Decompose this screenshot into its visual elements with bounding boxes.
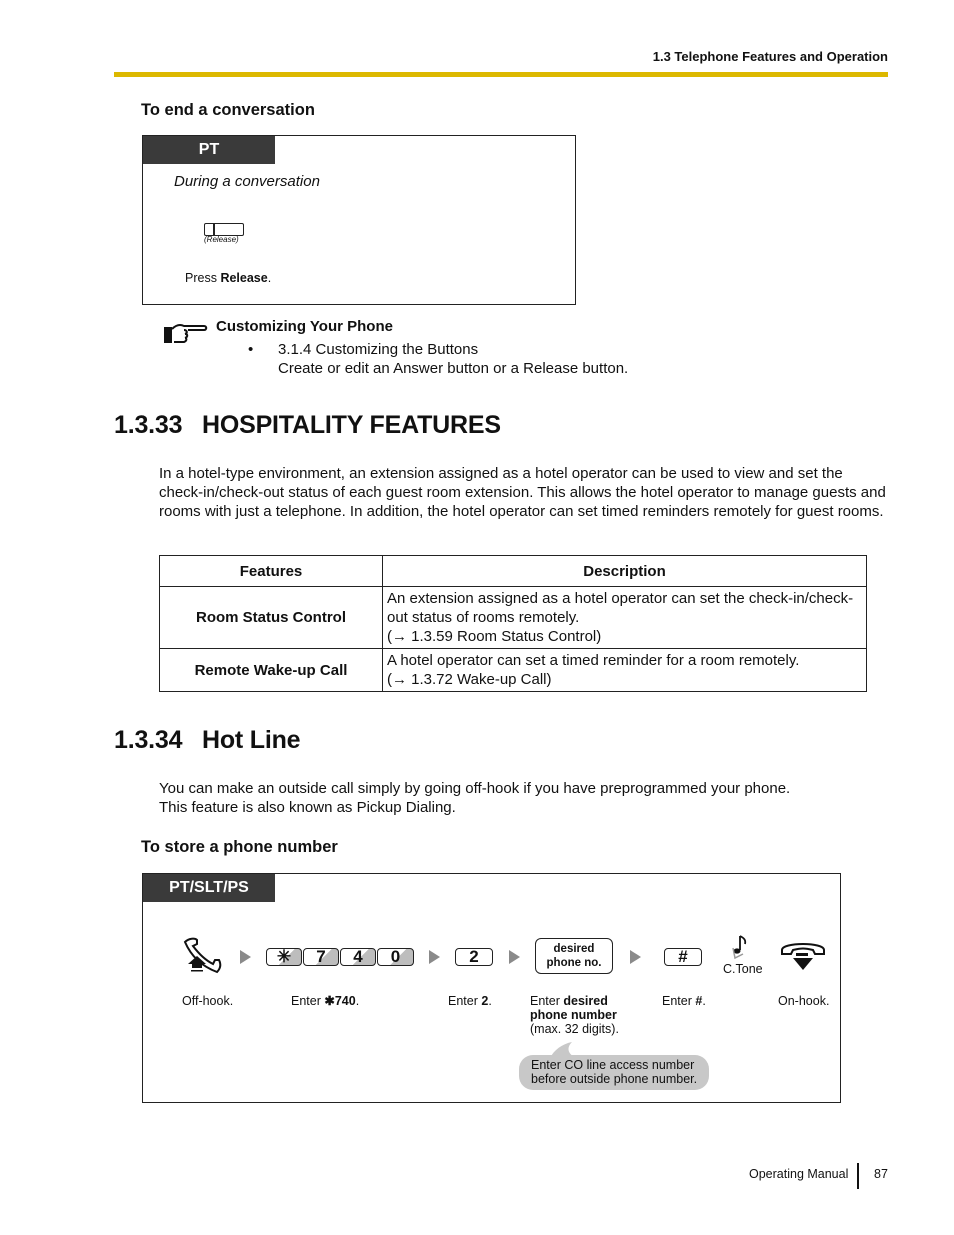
bullet: • xyxy=(248,341,254,358)
section-heading-hospitality: 1.3.33 HOSPITALITY FEATURES xyxy=(114,411,501,439)
feature-cell: Room Status Control xyxy=(159,586,383,649)
table-header-row: Features Description xyxy=(159,555,867,587)
description-cell: A hotel operator can set a timed reminde… xyxy=(382,648,867,692)
customize-link-desc: Create or edit an Answer button or a Rel… xyxy=(278,360,629,377)
pt-tab-label: PT xyxy=(143,136,275,164)
step-arrow-icon xyxy=(630,950,641,964)
footer-label: Operating Manual xyxy=(749,1167,849,1181)
hotline-intro-line-1: You can make an outside call simply by g… xyxy=(159,780,791,797)
step-enter-number-label: Enter desired phone number (max. 32 digi… xyxy=(530,994,619,1036)
column-header: Description xyxy=(382,555,867,587)
step-offhook-label: Off-hook. xyxy=(182,994,234,1008)
key-star: ✳ xyxy=(266,948,302,966)
key-0: 0 xyxy=(377,948,414,966)
off-hook-icon xyxy=(181,936,225,981)
table-row: Remote Wake-up Call A hotel operator can… xyxy=(159,648,867,692)
confirmation-tone-icon xyxy=(731,934,751,965)
key-7: 7 xyxy=(303,948,339,966)
hospitality-intro: In a hotel-type environment, an extensio… xyxy=(159,465,886,520)
step-onhook-label: On-hook. xyxy=(778,994,830,1008)
hotline-intro-line-2: This feature is also known as Pickup Dia… xyxy=(159,799,456,816)
step-enter-code-label: Enter ✱740. xyxy=(291,994,360,1008)
pt-slt-ps-tab-label: PT/SLT/PS xyxy=(143,874,275,902)
key-4: 4 xyxy=(340,948,376,966)
step-arrow-icon xyxy=(240,950,251,964)
hotline-procedure-box: PT/SLT/PS ✳ 7 4 0 2 desired phone no. # … xyxy=(142,873,841,1103)
description-cell: An extension assigned as a hotel operato… xyxy=(382,586,867,649)
press-release-instruction: Press Release. xyxy=(185,271,272,285)
key-2: 2 xyxy=(455,948,493,966)
release-caption: (Release) xyxy=(204,235,239,244)
page-number: 87 xyxy=(874,1167,888,1181)
footer-divider xyxy=(857,1163,859,1189)
co-line-callout: Enter CO line access number before outsi… xyxy=(519,1055,710,1090)
step-enter-2-label: Enter 2. xyxy=(448,994,492,1008)
customize-note-title: Customizing Your Phone xyxy=(216,318,393,335)
step-arrow-icon xyxy=(509,950,520,964)
store-number-heading: To store a phone number xyxy=(141,838,338,856)
header-rule xyxy=(114,72,888,77)
column-header: Features xyxy=(159,555,383,587)
features-table: Features Description Room Status Control… xyxy=(159,555,867,692)
desired-phone-number-key: desired phone no. xyxy=(535,938,613,974)
step-enter-hash-label: Enter #. xyxy=(662,994,706,1008)
key-hash: # xyxy=(664,948,702,966)
table-row: Room Status Control An extension assigne… xyxy=(159,586,867,649)
running-header: 1.3 Telephone Features and Operation xyxy=(652,49,888,64)
cross-reference-link[interactable]: (→ 1.3.59 Room Status Control) xyxy=(387,627,862,646)
cross-reference-link[interactable]: (→ 1.3.72 Wake-up Call) xyxy=(387,670,862,689)
step-arrow-icon xyxy=(429,950,440,964)
end-conversation-heading: To end a conversation xyxy=(141,101,315,119)
pointing-hand-icon xyxy=(162,321,208,352)
section-heading-hot-line: 1.3.34 Hot Line xyxy=(114,726,301,754)
pt-procedure-box: PT During a conversation (Release) Press… xyxy=(142,135,576,305)
feature-cell: Remote Wake-up Call xyxy=(159,648,383,692)
on-hook-icon xyxy=(779,938,827,979)
context-text: During a conversation xyxy=(174,173,320,190)
c-tone-label: C.Tone xyxy=(723,962,763,976)
customize-link-title[interactable]: 3.1.4 Customizing the Buttons xyxy=(278,340,478,359)
